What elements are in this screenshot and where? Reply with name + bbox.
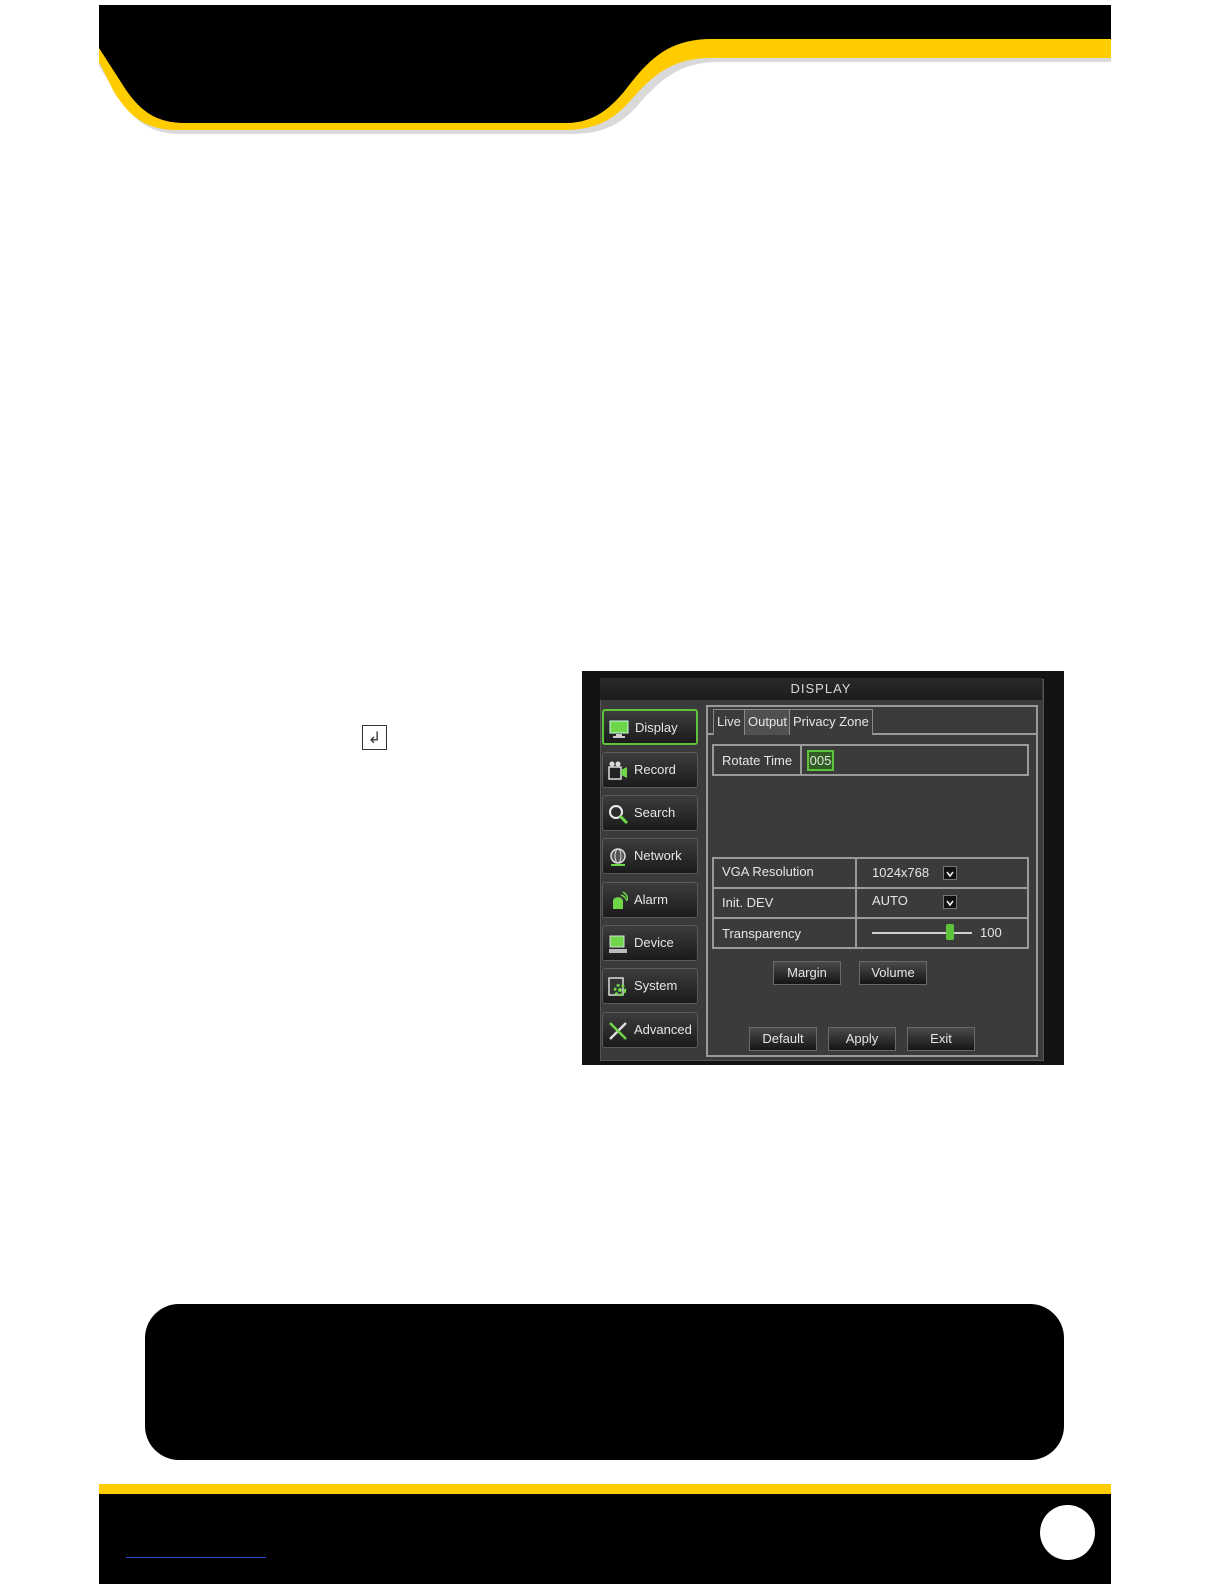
transparency-label: Transparency [722,926,801,941]
sidebar-item-alarm[interactable]: Alarm [602,882,698,918]
sidebar-item-label: Advanced [634,1022,692,1037]
magnifier-icon [609,805,628,824]
sidebar-item-network[interactable]: Network [602,838,698,874]
volume-button[interactable]: Volume [859,961,927,985]
sidebar-item-label: Network [634,848,682,863]
table-row-divider [712,887,1029,889]
chevron-down-icon[interactable] [943,895,957,909]
alarm-icon [613,891,628,909]
vga-resolution-label: VGA Resolution [722,864,814,879]
margin-button[interactable]: Margin [773,961,841,985]
footer-link-underline[interactable] [126,1557,266,1558]
enter-key-icon: ↲ [362,725,387,750]
sidebar-item-display[interactable]: Display [602,709,698,745]
system-gear-icon [608,977,627,997]
init-dev-label: Init. DEV [722,895,774,910]
vga-resolution-select[interactable]: 1024x768 [872,865,929,880]
footer-stripe [99,1484,1111,1494]
transparency-slider-track[interactable] [872,932,972,934]
sidebar-item-search[interactable]: Search [602,795,698,831]
init-dev-select[interactable]: AUTO [872,893,908,908]
record-camera-icon [608,761,627,780]
table-row-divider [712,917,1029,919]
table-column-divider [855,857,857,949]
device-icon [609,935,627,953]
chevron-down-icon[interactable] [943,866,957,880]
page-number-badge [1040,1505,1095,1560]
header-banner [99,5,1111,134]
rotate-time-label: Rotate Time [722,753,793,768]
sidebar-item-record[interactable]: Record [602,752,698,788]
sidebar-item-system[interactable]: System [602,968,698,1004]
transparency-value: 100 [980,925,1002,940]
sidebar-item-label: Record [634,762,676,777]
tab-output[interactable]: Output [744,709,792,735]
sidebar-item-device[interactable]: Device [602,925,698,961]
dvr-title: DISPLAY [600,678,1042,700]
rotate-time-divider [800,746,802,774]
sidebar-item-label: Device [634,935,674,950]
sidebar-item-label: Search [634,805,676,820]
sidebar-item-label: Display [635,720,678,735]
sidebar-item-label: System [634,978,678,993]
tools-icon [609,1022,627,1040]
tab-live[interactable]: Live [713,709,745,735]
monitor-icon [609,720,629,738]
sidebar-item-label: Alarm [634,892,668,907]
apply-button[interactable]: Apply [828,1027,896,1051]
dvr-display-menu: DISPLAY Display Record Search Network Al… [582,671,1064,1065]
transparency-slider-thumb[interactable] [946,924,954,940]
exit-button[interactable]: Exit [907,1027,975,1051]
network-globe-icon [610,848,626,866]
footer-bar [99,1494,1111,1584]
default-button[interactable]: Default [749,1027,817,1051]
note-box [145,1304,1064,1460]
tab-privacy-zone[interactable]: Privacy Zone [789,709,873,735]
sidebar-item-advanced[interactable]: Advanced [602,1012,698,1048]
rotate-time-input[interactable]: 005 [807,750,834,771]
